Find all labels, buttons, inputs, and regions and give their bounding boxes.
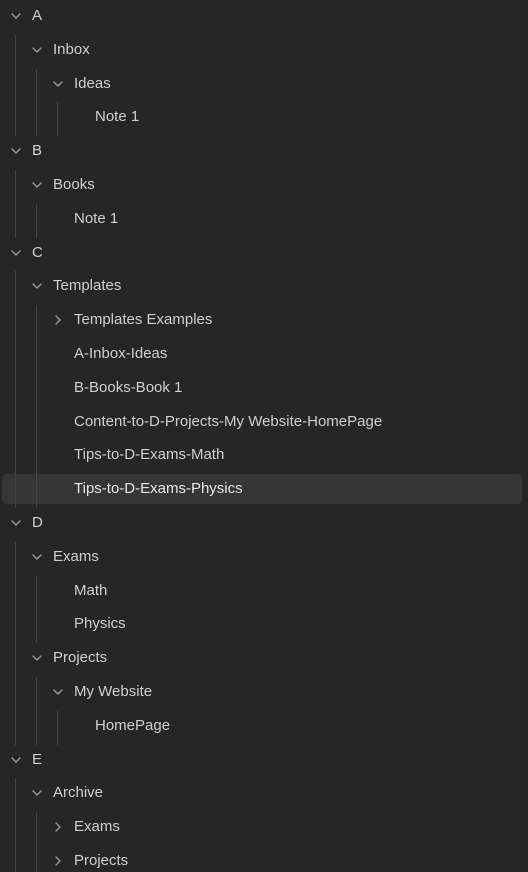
indent-guide-line — [36, 677, 37, 745]
tree-file-math[interactable]: Math — [2, 576, 522, 606]
tree-file-a-inbox-ideas[interactable]: A-Inbox-Ideas — [2, 339, 522, 369]
indent-guide-line — [36, 68, 37, 137]
tree-item-label: Templates Examples — [74, 311, 213, 329]
tree-item-label: A — [32, 7, 43, 24]
tree-file-b-books-book-1[interactable]: B-Books-Book 1 — [2, 373, 522, 403]
indent-guide-line — [15, 170, 16, 238]
tree-item-label: Books — [53, 176, 95, 193]
tree-folder-exams[interactable]: Exams — [2, 542, 522, 572]
tree-item-label: Templates — [53, 277, 122, 295]
tree-item-label: Note 1 — [95, 108, 140, 126]
indent-guide-line — [15, 778, 16, 872]
indent-guide-line — [57, 102, 58, 137]
tree-file-physics[interactable]: Physics — [2, 609, 522, 639]
tree-folder-projects[interactable]: Projects — [2, 846, 522, 872]
tree-item-label: Physics — [74, 615, 126, 633]
chevron-right-icon[interactable] — [51, 846, 65, 872]
chevron-right-icon[interactable] — [51, 812, 65, 842]
chevron-down-icon[interactable] — [30, 35, 44, 65]
chevron-down-icon[interactable] — [9, 745, 23, 775]
tree-file-note-1[interactable]: Note 1 — [2, 204, 522, 234]
tree-file-note-1[interactable]: Note 1 — [2, 102, 522, 132]
tree-folder-my-website[interactable]: My Website — [2, 677, 522, 707]
tree-item-label: E — [32, 750, 43, 768]
tree-item-label: Projects — [74, 852, 129, 869]
tree-item-label: A-Inbox-Ideas — [74, 345, 168, 362]
chevron-down-icon[interactable] — [30, 170, 44, 200]
tree-file-homepage[interactable]: HomePage — [2, 711, 522, 741]
file-tree: A Inbox Ideas Note 1 B Books Note 1 C Templates T… — [0, 0, 528, 872]
indent-guide-line — [36, 203, 37, 238]
tree-folder-c[interactable]: C — [2, 238, 522, 268]
tree-item-label: Exams — [53, 547, 99, 565]
tree-item-label: C — [32, 243, 43, 261]
chevron-down-icon[interactable] — [9, 238, 23, 268]
tree-file-tips-to-d-exams-physics[interactable]: Tips-to-D-Exams-Physics — [2, 474, 522, 505]
chevron-down-icon[interactable] — [9, 136, 23, 166]
indent-guide-line — [36, 575, 37, 644]
chevron-down-icon[interactable] — [51, 677, 65, 707]
tree-folder-projects[interactable]: Projects — [2, 643, 522, 673]
indent-guide-line — [57, 710, 58, 745]
tree-folder-inbox[interactable]: Inbox — [2, 35, 522, 65]
tree-item-label: Note 1 — [74, 209, 119, 227]
chevron-down-icon[interactable] — [9, 1, 23, 31]
tree-item-label: HomePage — [95, 716, 171, 734]
chevron-down-icon[interactable] — [30, 271, 44, 301]
tree-item-label: Content-to-D-Projects-My Website-HomePag… — [74, 412, 383, 430]
chevron-right-icon[interactable] — [51, 305, 65, 335]
tree-item-label: Exams — [74, 818, 120, 836]
chevron-down-icon[interactable] — [51, 69, 65, 99]
tree-file-content-to-d-projects-my-website-homepage[interactable]: Content-to-D-Projects-My Website-HomePag… — [2, 407, 522, 437]
tree-folder-templates[interactable]: Templates — [2, 271, 522, 301]
chevron-down-icon[interactable] — [9, 508, 23, 538]
tree-item-label: Ideas — [74, 74, 111, 92]
tree-item-label: Tips-to-D-Exams-Math — [74, 446, 225, 464]
tree-item-label: Math — [74, 581, 108, 599]
tree-item-label: B — [32, 142, 43, 160]
tree-folder-d[interactable]: D — [2, 508, 522, 538]
chevron-down-icon[interactable] — [30, 643, 44, 673]
tree-item-label: My Website — [74, 683, 153, 700]
tree-folder-archive[interactable]: Archive — [2, 778, 522, 808]
tree-item-label: Projects — [53, 649, 108, 667]
tree-folder-books[interactable]: Books — [2, 170, 522, 200]
tree-file-tips-to-d-exams-math[interactable]: Tips-to-D-Exams-Math — [2, 440, 522, 470]
tree-item-label: Tips-to-D-Exams-Physics — [74, 480, 243, 498]
indent-guide-line — [36, 305, 37, 508]
indent-guide-line — [15, 541, 16, 745]
tree-item-label: Archive — [53, 784, 104, 802]
tree-folder-e[interactable]: E — [2, 745, 522, 775]
tree-folder-ideas[interactable]: Ideas — [2, 69, 522, 99]
indent-guide-line — [15, 271, 16, 508]
tree-item-label: Inbox — [53, 40, 90, 58]
tree-item-label: B-Books-Book 1 — [74, 378, 183, 396]
tree-item-label: D — [32, 514, 43, 531]
tree-folder-exams[interactable]: Exams — [2, 812, 522, 842]
chevron-down-icon[interactable] — [30, 778, 44, 808]
indent-guide-line — [15, 34, 16, 137]
tree-folder-b[interactable]: B — [2, 136, 522, 166]
chevron-down-icon[interactable] — [30, 542, 44, 572]
tree-folder-templates-examples[interactable]: Templates Examples — [2, 305, 522, 335]
indent-guide-line — [36, 812, 37, 872]
tree-folder-a[interactable]: A — [2, 1, 522, 31]
